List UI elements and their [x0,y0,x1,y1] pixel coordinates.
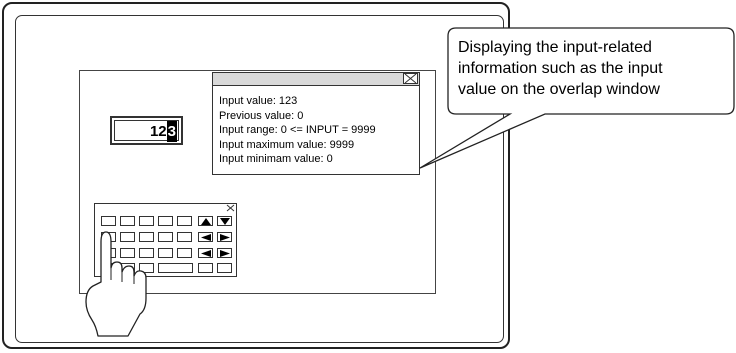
pointing-hand-icon [85,231,147,337]
